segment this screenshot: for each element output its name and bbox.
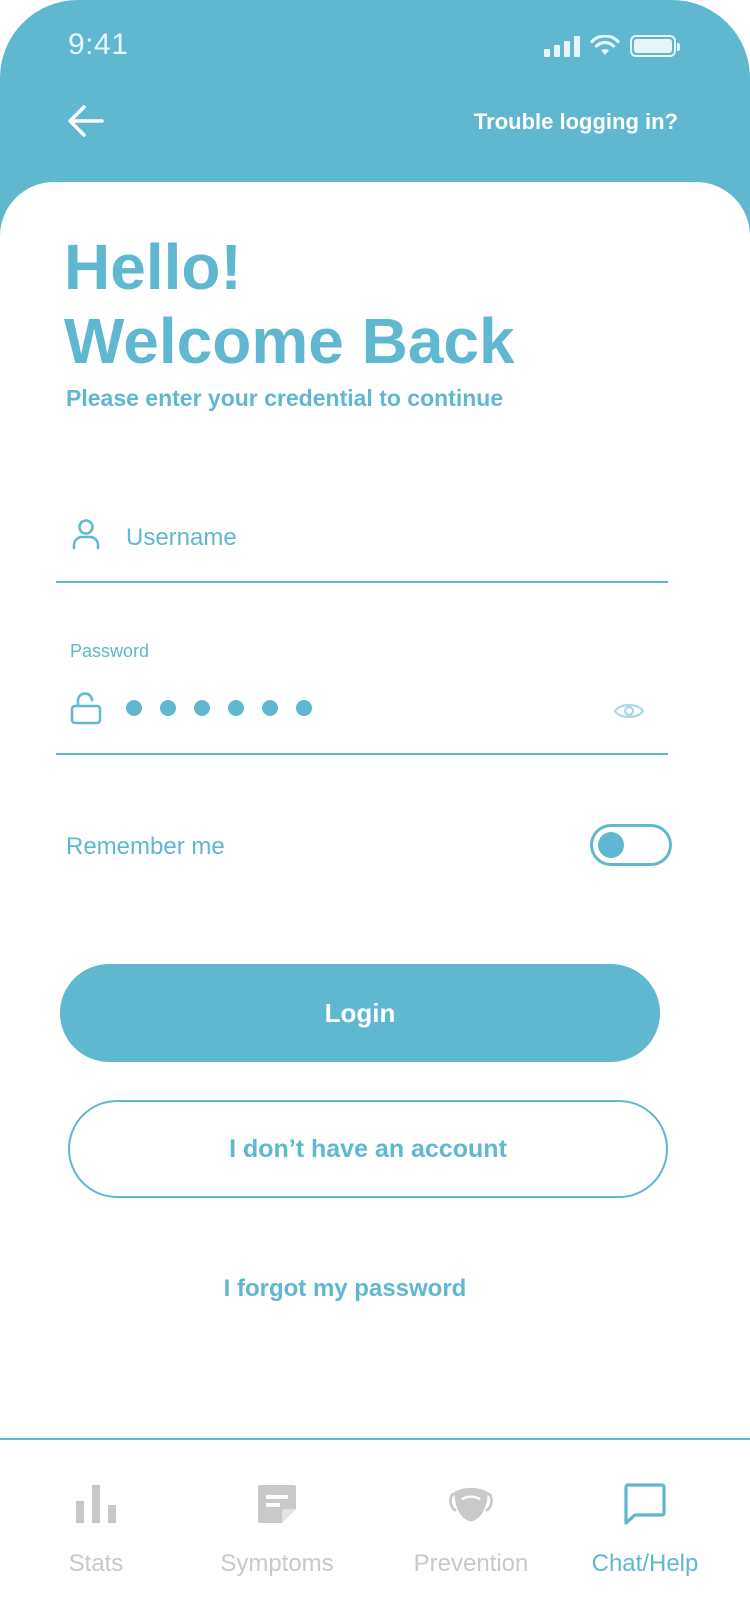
- note-icon: [253, 1480, 301, 1528]
- username-input[interactable]: [126, 518, 626, 558]
- username-field: [56, 500, 668, 583]
- password-dot: [228, 700, 244, 716]
- title-line-welcome: Welcome Back: [64, 305, 515, 377]
- app-screen: 9:41 Trouble logging in? Hello! Welcome …: [0, 0, 750, 1624]
- bottom-tab-bar: Stats Symptoms Prevention Chat/Help: [0, 1438, 750, 1624]
- page-subtitle: Please enter your credential to continue: [66, 385, 504, 411]
- wifi-icon: [590, 35, 620, 55]
- no-account-button[interactable]: I don’t have an account: [68, 1100, 668, 1198]
- tab-label: Chat/Help: [591, 1550, 699, 1577]
- battery-icon: [630, 35, 680, 57]
- password-dot: [296, 700, 312, 716]
- password-dot: [262, 700, 278, 716]
- password-dot: [194, 700, 210, 716]
- tab-prevention[interactable]: Prevention: [392, 1440, 550, 1624]
- password-dot: [126, 700, 142, 716]
- status-icons: [544, 32, 680, 60]
- back-button[interactable]: [62, 98, 110, 144]
- password-masked-value: [126, 700, 312, 716]
- title-line-hello: Hello!: [64, 231, 242, 303]
- show-password-toggle[interactable]: [612, 694, 646, 728]
- tab-label: Stats: [68, 1550, 124, 1577]
- bar-chart-icon: [72, 1480, 120, 1528]
- unlock-icon: [70, 690, 102, 726]
- tab-label: Symptoms: [220, 1550, 334, 1577]
- login-button[interactable]: Login: [60, 964, 660, 1062]
- toggle-knob: [598, 832, 624, 858]
- face-mask-icon: [447, 1480, 495, 1528]
- password-label: Password: [70, 641, 150, 661]
- tab-chat-help[interactable]: Chat/Help: [576, 1440, 714, 1624]
- forgot-password-link[interactable]: I forgot my password: [0, 1275, 690, 1303]
- chat-bubble-icon: [621, 1480, 669, 1528]
- eye-icon: [613, 703, 645, 719]
- status-time: 9:41: [68, 28, 129, 61]
- password-dot: [160, 700, 176, 716]
- tab-symptoms[interactable]: Symptoms: [202, 1440, 352, 1624]
- user-icon: [70, 516, 102, 552]
- tab-stats[interactable]: Stats: [36, 1440, 156, 1624]
- remember-me-label: Remember me: [66, 833, 225, 860]
- password-field[interactable]: [56, 670, 668, 755]
- cellular-signal-icon: [544, 35, 580, 57]
- remember-me-toggle[interactable]: [590, 824, 672, 866]
- trouble-logging-in-link[interactable]: Trouble logging in?: [474, 109, 678, 135]
- page-title: Hello! Welcome Back: [64, 230, 515, 378]
- tab-label: Prevention: [413, 1550, 529, 1577]
- arrow-left-icon: [68, 105, 104, 137]
